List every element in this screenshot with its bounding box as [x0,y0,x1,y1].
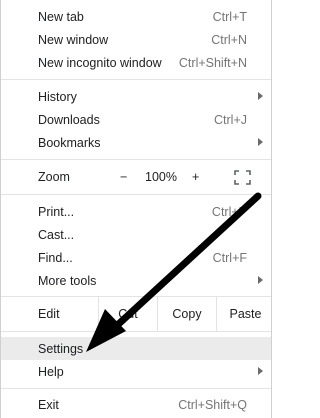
zoom-level: 100% [145,170,177,184]
menu-item-shortcut: Ctrl+F [212,250,247,265]
menu-item-cast[interactable]: Cast... [1,223,271,246]
copy-button[interactable]: Copy [157,297,216,331]
menu-item-shortcut: Ctrl+T [212,9,247,24]
menu-item-more-tools[interactable]: More tools [1,269,271,292]
menu-item-settings[interactable]: Settings [1,337,271,360]
menu-item-history[interactable]: History [1,85,271,108]
menu-item-label: Print... [38,204,75,219]
edit-label: Edit [38,307,60,321]
menu-item-new-incognito-window[interactable]: New incognito window Ctrl+Shift+N [1,51,271,74]
menu-item-label: Downloads [38,112,100,127]
menu-item-label: Cast... [38,227,75,242]
chevron-right-icon [258,276,263,284]
menu-item-label: History [38,89,77,104]
menu-item-shortcut: Ctrl+N [211,32,247,47]
zoom-label: Zoom [38,170,70,184]
zoom-out-button[interactable]: − [120,170,127,184]
menu-item-bookmarks[interactable]: Bookmarks [1,131,271,154]
menu-item-shortcut: Ctrl+J [214,112,247,127]
menu-item-new-tab[interactable]: New tab Ctrl+T [1,5,271,28]
menu-item-label: Exit [38,397,59,412]
menu-item-label: Find... [38,250,73,265]
menu-item-label: Settings [38,341,84,356]
menu-item-exit[interactable]: Exit Ctrl+Shift+Q [1,393,271,416]
menu-separator [1,388,271,389]
cut-button[interactable]: Cut [98,297,157,331]
menu-item-shortcut: Ctrl+Shift+Q [178,397,247,412]
menu-separator [1,194,271,195]
chrome-context-menu: New tab Ctrl+T New window Ctrl+N New inc… [0,0,272,418]
menu-separator [1,159,271,160]
edit-row: Edit Cut Copy Paste [1,296,271,332]
menu-item-label: New tab [38,9,84,24]
zoom-in-button[interactable]: + [192,170,199,184]
menu-item-label: More tools [38,273,97,288]
menu-item-help[interactable]: Help [1,360,271,383]
chevron-right-icon [258,92,263,100]
menu-item-label: Help [38,364,64,379]
chevron-right-icon [258,367,263,375]
menu-separator [1,79,271,80]
menu-item-shortcut: Ctrl+Shift+N [178,55,247,70]
menu-item-label: New incognito window [38,55,162,70]
menu-item-print[interactable]: Print... Ctrl+P [1,200,271,223]
menu-item-label: New window [38,32,109,47]
menu-item-downloads[interactable]: Downloads Ctrl+J [1,108,271,131]
menu-item-label: Bookmarks [38,135,101,150]
menu-item-find[interactable]: Find... Ctrl+F [1,246,271,269]
paste-button[interactable]: Paste [216,297,274,331]
fullscreen-icon[interactable] [234,170,251,185]
menu-item-new-window[interactable]: New window Ctrl+N [1,28,271,51]
zoom-row: Zoom − 100% + [1,166,271,189]
menu-item-shortcut: Ctrl+P [211,204,247,219]
chevron-right-icon [258,138,263,146]
